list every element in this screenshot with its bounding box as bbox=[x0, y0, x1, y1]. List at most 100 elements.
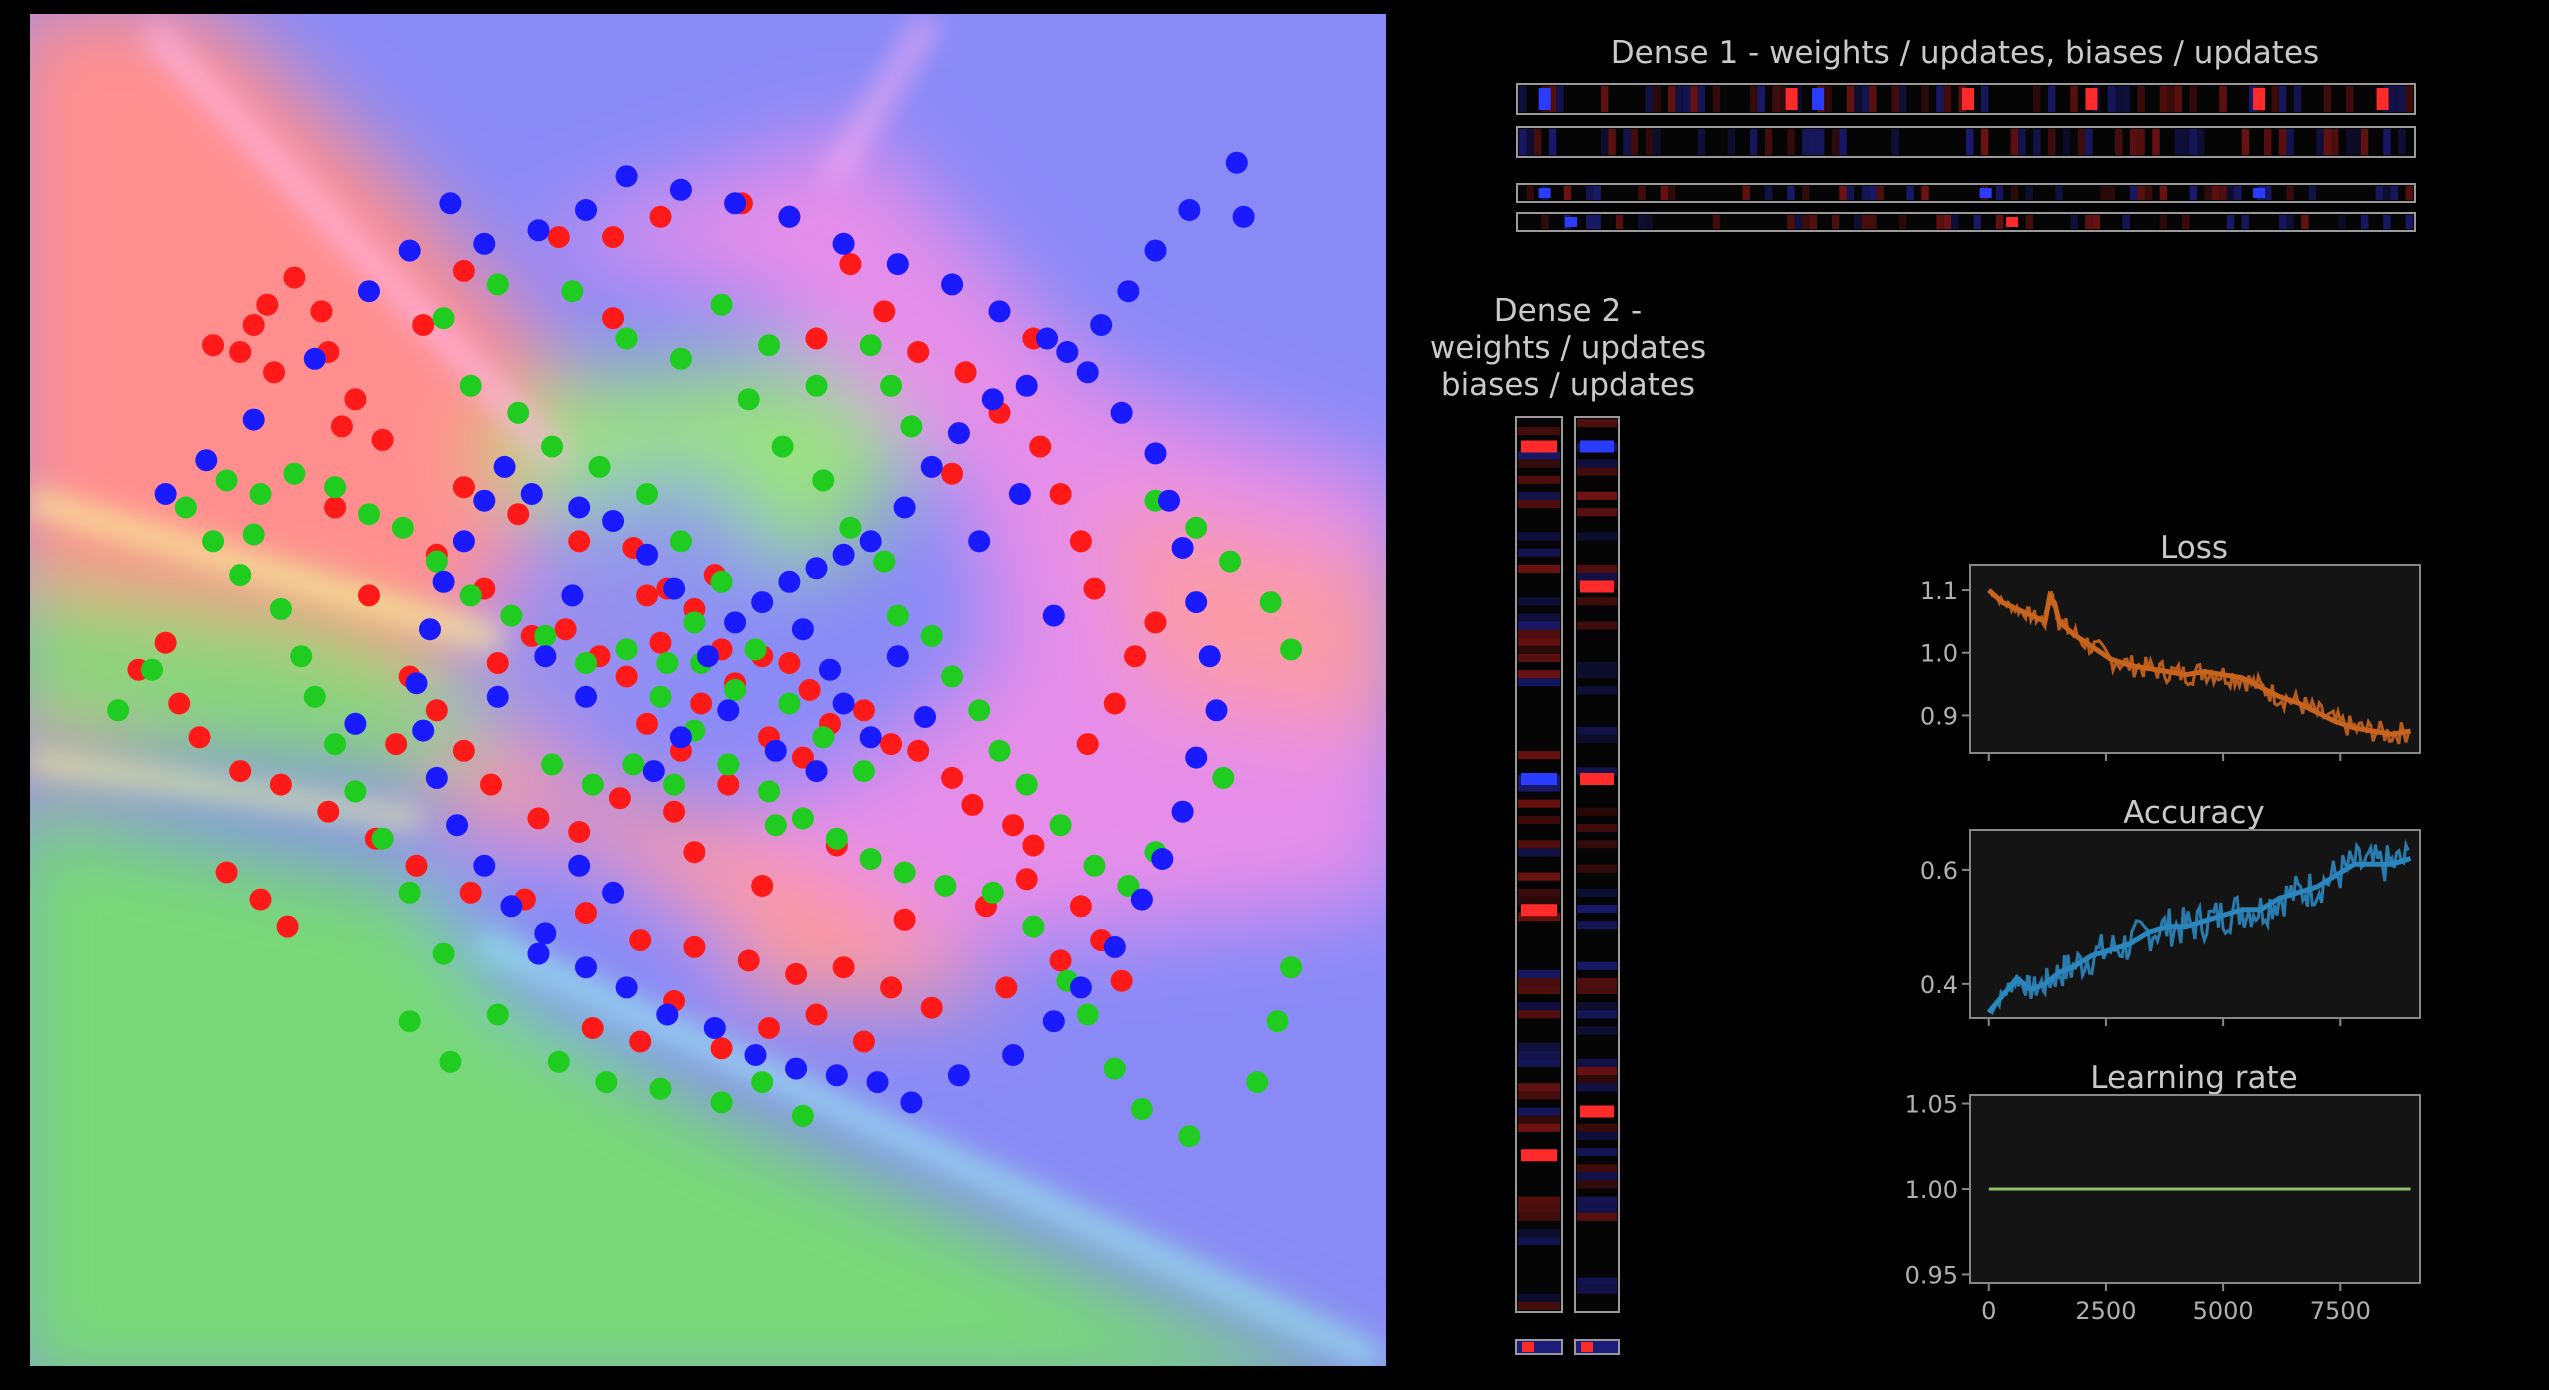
blue-point-86 bbox=[642, 760, 665, 783]
dense2-col-0-cell bbox=[1518, 1010, 1560, 1019]
green-point-12 bbox=[1076, 1003, 1099, 1026]
green-point-76 bbox=[1083, 854, 1106, 877]
red-point-64 bbox=[636, 712, 658, 735]
blue-point-0 bbox=[697, 645, 719, 668]
dense1-row-3-cell bbox=[2338, 215, 2346, 229]
green-point-83 bbox=[880, 374, 903, 397]
dense1-row-0-cell bbox=[2278, 86, 2287, 112]
blue-point-42 bbox=[866, 1071, 889, 1094]
lr-marks-xtick-label-3: 7500 bbox=[2310, 1297, 2371, 1325]
dense2-hot-cell-6 bbox=[1580, 773, 1614, 785]
red-point-115 bbox=[893, 908, 916, 931]
training-visualization: Dense 1 - weights / updates, biases / up… bbox=[28, 12, 2421, 1368]
red-point-97 bbox=[1049, 949, 1072, 972]
dense2-title-line2: weights / updates bbox=[1430, 330, 1706, 366]
dense1-row-2-cell bbox=[2234, 186, 2242, 200]
blue-point-21 bbox=[568, 496, 591, 519]
blue-point-82 bbox=[832, 692, 855, 715]
dense1-row-1-cell bbox=[1519, 129, 1527, 155]
dense1-row-1-cell bbox=[1966, 129, 1974, 155]
dense1-row-2-cell bbox=[2383, 186, 2391, 200]
dense1-row-1-cell bbox=[2264, 129, 2272, 155]
dense1-row-0-cell bbox=[1675, 86, 1683, 112]
blue-point-33 bbox=[500, 895, 523, 918]
blue-point-92 bbox=[486, 685, 509, 708]
red-point-100 bbox=[1103, 692, 1126, 715]
blue-point-41 bbox=[825, 1064, 848, 1087]
dense2-col-0-cell bbox=[1518, 637, 1560, 646]
dense2-col-0-cell bbox=[1518, 653, 1560, 662]
dense1-row-1-cell bbox=[1600, 129, 1609, 155]
dense1-row-2-cell bbox=[1764, 186, 1773, 200]
blue-point-29 bbox=[412, 719, 435, 742]
green-point-86 bbox=[758, 334, 780, 357]
dense2-col-1-cell bbox=[1577, 840, 1617, 849]
dense1-row-3-cell bbox=[2085, 215, 2093, 229]
dense1-row-3-cell bbox=[1898, 215, 1907, 229]
blue-point-8 bbox=[920, 455, 943, 478]
dense2-col-1-cell bbox=[1577, 686, 1617, 695]
blue-point-35 bbox=[575, 956, 597, 979]
red-point-89 bbox=[629, 1030, 652, 1053]
dense1-row-0-cell bbox=[2271, 86, 2279, 112]
blue-point-76 bbox=[303, 347, 326, 370]
dense1-row-2-cell bbox=[1861, 186, 1870, 200]
red-point-86 bbox=[276, 915, 299, 938]
dense1-row-2-cell bbox=[1802, 186, 1810, 200]
dense2-col-0-cell bbox=[1518, 872, 1560, 881]
blue-point-15 bbox=[1144, 239, 1167, 262]
dense1-row-2-cell bbox=[1526, 186, 1534, 200]
green-point-7 bbox=[893, 861, 916, 884]
red-point-60 bbox=[785, 962, 808, 985]
dense2-col-1-cell bbox=[1577, 621, 1617, 630]
dense1-row-0-cell bbox=[1712, 86, 1721, 112]
blue-point-95 bbox=[568, 854, 591, 877]
dense1-row-0-cell bbox=[1697, 86, 1706, 112]
dense2-col-0-cell bbox=[1518, 1050, 1560, 1059]
green-point-23 bbox=[500, 604, 523, 627]
dense2-col-1-cell bbox=[1577, 977, 1617, 986]
dense1-row-3-cell bbox=[2278, 215, 2287, 229]
blue-point-63 bbox=[941, 273, 964, 296]
dense1-row-0-cell bbox=[2159, 86, 2168, 112]
dense1-row-2-cell bbox=[2137, 186, 2145, 200]
blue-point-3 bbox=[778, 570, 801, 593]
dense1-row-1-cell bbox=[1980, 129, 1989, 155]
dense1-row-1-cell bbox=[2174, 129, 2183, 155]
blue-point-72 bbox=[473, 232, 496, 255]
dense1-row-0-cell bbox=[1891, 86, 1899, 112]
green-point-48 bbox=[710, 1091, 733, 1114]
dense2-col-0-cell bbox=[1518, 670, 1560, 679]
dense1-hot-cell-10 bbox=[1565, 217, 1578, 227]
blue-point-5 bbox=[832, 543, 855, 566]
dense1-row-2-cell bbox=[2375, 186, 2384, 200]
dense1-row-0-cell bbox=[1757, 86, 1765, 112]
green-point-44 bbox=[486, 1003, 509, 1026]
blue-point-46 bbox=[1042, 1010, 1065, 1033]
red-point-5 bbox=[310, 300, 333, 323]
green-point-18 bbox=[1280, 956, 1303, 979]
red-point-66 bbox=[615, 665, 638, 688]
dense1-row-3-cell bbox=[2159, 215, 2168, 229]
blue-point-87 bbox=[764, 739, 787, 762]
green-point-68 bbox=[873, 550, 896, 573]
dense2-col-1-cell bbox=[1577, 1196, 1617, 1205]
dense1-row-2-cell bbox=[1846, 186, 1855, 200]
blue-point-30 bbox=[425, 766, 448, 789]
green-point-8 bbox=[934, 875, 957, 897]
green-point-100 bbox=[141, 658, 163, 681]
blue-point-96 bbox=[602, 881, 625, 904]
dense2-col-0-cell bbox=[1518, 1204, 1560, 1213]
blue-point-64 bbox=[886, 253, 909, 276]
lr-marks-xtick-label-1: 2500 bbox=[2075, 1297, 2136, 1325]
dense1-row-0-cell bbox=[1824, 86, 1832, 112]
blue-point-60 bbox=[1076, 361, 1099, 384]
blue-point-7 bbox=[893, 496, 916, 519]
dense1-row-0-cell bbox=[2047, 86, 2056, 112]
green-point-24 bbox=[459, 584, 482, 607]
red-point-94 bbox=[852, 1030, 875, 1053]
blue-point-34 bbox=[534, 922, 557, 945]
dense2-col-1-cell bbox=[1577, 1010, 1617, 1019]
red-point-83 bbox=[425, 699, 448, 722]
lr-marks-xtick-label-2: 5000 bbox=[2193, 1297, 2254, 1325]
